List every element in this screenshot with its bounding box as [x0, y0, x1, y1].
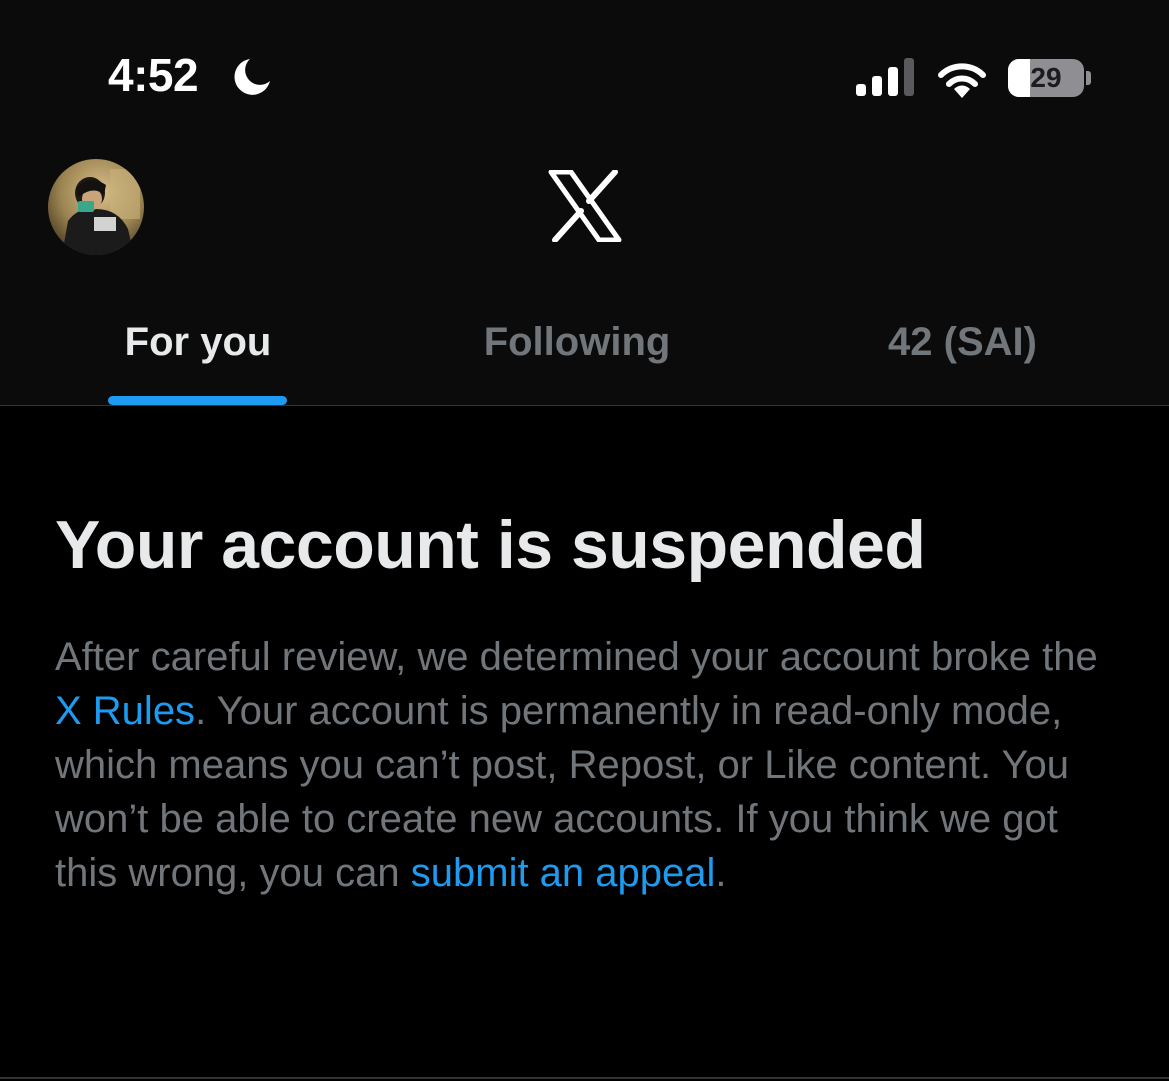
moon-icon [234, 59, 270, 95]
battery-tip [1086, 71, 1091, 85]
status-time: 4:52 [108, 49, 199, 101]
x-logo-icon[interactable] [548, 170, 622, 242]
message-text: . [715, 851, 727, 895]
message-text: After careful review, we determined your… [55, 635, 1098, 679]
x-rules-link[interactable]: X Rules [55, 689, 195, 733]
tab-for-you[interactable]: For you [98, 312, 298, 372]
tab-42-sai[interactable]: 42 (SAI) [850, 312, 1075, 372]
avatar-photo [48, 159, 144, 255]
submit-appeal-link[interactable]: submit an appeal [411, 851, 716, 895]
profile-avatar[interactable] [48, 159, 144, 255]
bottom-divider [0, 1077, 1169, 1079]
tabs-divider [0, 405, 1169, 406]
battery-icon: 29 [1008, 59, 1084, 97]
cellular-signal-icon [856, 58, 914, 96]
tab-following[interactable]: Following [452, 312, 702, 372]
wifi-icon [938, 63, 986, 98]
suspension-message: After careful review, we determined your… [55, 630, 1115, 900]
battery-level: 29 [1030, 62, 1062, 93]
suspension-title: Your account is suspended [55, 507, 926, 583]
active-tab-indicator [108, 396, 287, 405]
